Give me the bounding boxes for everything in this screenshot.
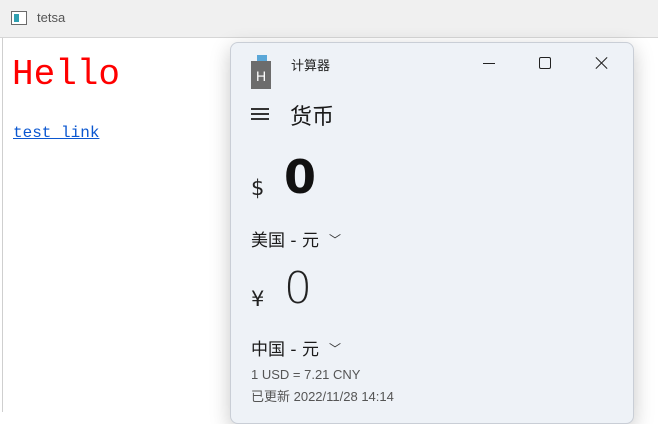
calculator-title: 计算器 xyxy=(291,59,331,74)
from-currency-selector[interactable]: 美国 - 元 ﹀ xyxy=(251,226,341,251)
app-window-icon xyxy=(11,11,27,25)
to-amount-value[interactable]: 0 xyxy=(284,263,312,314)
mode-title: 货币 xyxy=(290,105,335,130)
close-button[interactable] xyxy=(581,51,621,75)
to-currency-symbol: ¥ xyxy=(251,287,265,311)
from-currency-symbol: $ xyxy=(251,176,265,200)
chevron-down-icon: ﹀ xyxy=(328,342,341,356)
calculator-window: H 计算器 货币 $ 0 美国 - 元 ﹀ ¥ 0 中国 - 元 ﹀ 1 USD =… xyxy=(230,42,634,424)
to-currency-label: 中国 - 元 xyxy=(251,340,319,360)
background-window-titlebar: tetsa xyxy=(0,0,658,38)
exchange-rate-text: 1 USD = 7.21 CNY xyxy=(251,367,361,382)
hello-heading: Hello xyxy=(12,54,121,95)
from-currency-label: 美国 - 元 xyxy=(251,231,319,251)
test-link[interactable]: test link xyxy=(13,124,99,142)
updated-timestamp: 已更新 2022/11/28 14:14 xyxy=(251,389,394,404)
to-currency-selector[interactable]: 中国 - 元 ﹀ xyxy=(251,335,341,360)
calculator-app-icon: H xyxy=(251,55,271,89)
from-amount-value[interactable]: 0 xyxy=(284,150,316,204)
hamburger-menu-icon[interactable] xyxy=(251,107,271,121)
maximize-button[interactable] xyxy=(525,51,565,75)
chevron-down-icon: ﹀ xyxy=(328,233,341,247)
minimize-button[interactable] xyxy=(469,51,509,75)
window-title: tetsa xyxy=(37,10,66,25)
